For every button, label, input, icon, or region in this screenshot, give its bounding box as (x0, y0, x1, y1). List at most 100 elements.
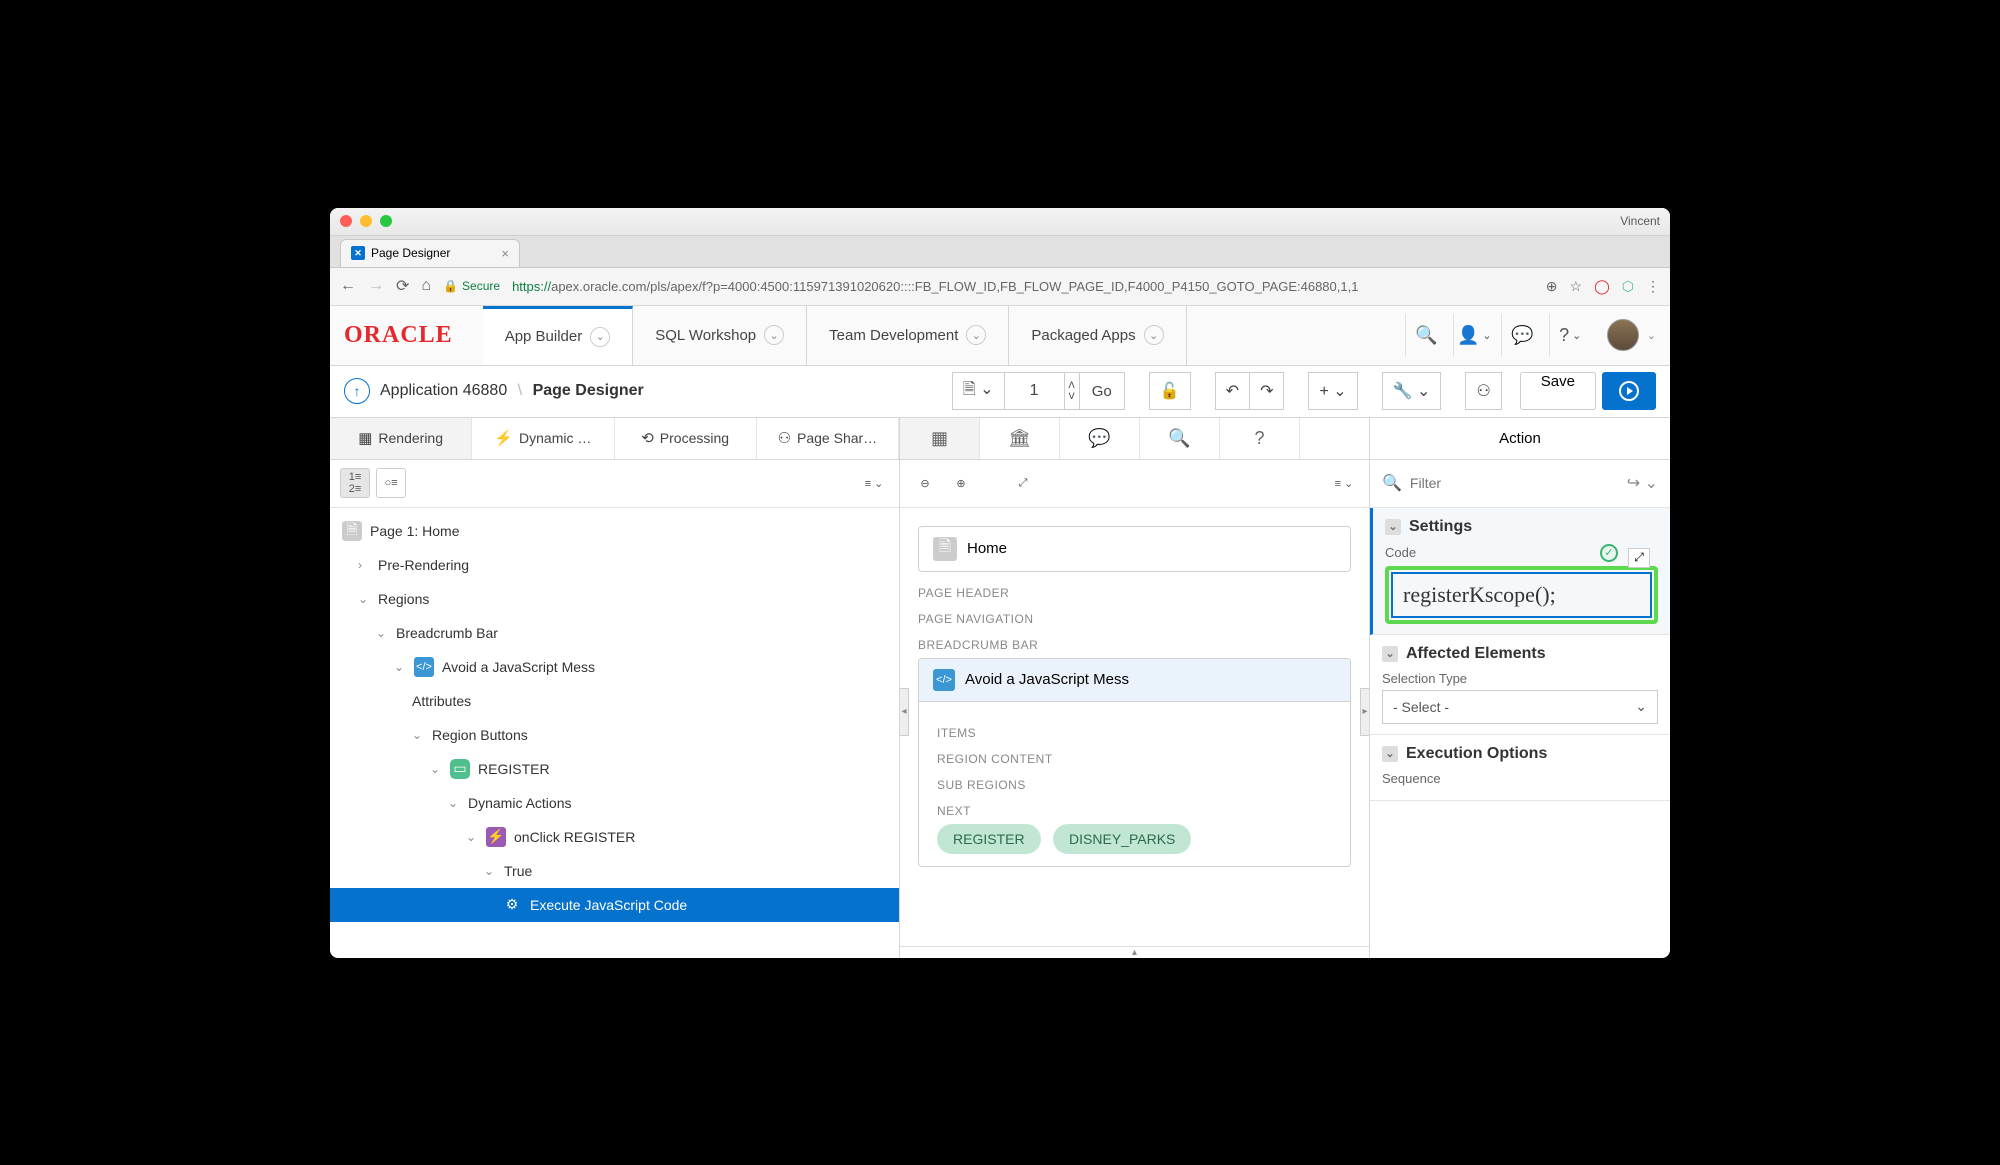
admin-icon[interactable]: 👤 (1453, 314, 1495, 356)
page-icon: 🗎 (342, 521, 362, 541)
breadcrumb-current: Page Designer (533, 382, 644, 399)
zoom-out-icon[interactable]: ⊖ (910, 468, 940, 498)
bottom-splitter-handle[interactable]: ▴ (900, 946, 1369, 958)
messages-icon[interactable]: 💬 (1060, 418, 1140, 459)
help-icon[interactable]: ? (1549, 314, 1591, 356)
button-pill-disney-parks[interactable]: DISNEY_PARKS (1053, 824, 1191, 854)
section-settings: Settings (1409, 518, 1472, 536)
layout-menu-button[interactable]: ≡ ⌄ (1329, 468, 1359, 498)
region-title: Avoid a JavaScript Mess (965, 671, 1129, 688)
redo-icon[interactable]: ↷ (1250, 372, 1284, 410)
chevron-down-icon[interactable]: ⌄ (1144, 325, 1164, 345)
star-icon[interactable]: ☆ (1570, 278, 1583, 295)
button-pill-register[interactable]: REGISTER (937, 824, 1041, 854)
tree-node-breadcrumb-bar[interactable]: ⌄Breadcrumb Bar (330, 616, 899, 650)
nav-app-builder[interactable]: App Builder⌄ (483, 306, 634, 365)
feedback-icon[interactable]: 💬 (1501, 314, 1543, 356)
tree-node-true[interactable]: ⌄True (330, 854, 899, 888)
shared-components-icon[interactable]: ⚇ (1465, 372, 1501, 410)
tree-node-regions[interactable]: ⌄Regions (330, 582, 899, 616)
left-splitter-handle[interactable]: ◂ (900, 688, 909, 736)
code-input[interactable]: registerKscope(); (1391, 572, 1652, 618)
right-splitter-handle[interactable]: ▸ (1360, 688, 1370, 736)
tab-processing[interactable]: ⟲Processing (615, 418, 757, 459)
layout-view-icon[interactable]: ▦ (900, 418, 980, 459)
shield-icon[interactable]: ⬡ (1622, 278, 1634, 295)
page-number-input[interactable]: 1 (1005, 372, 1065, 410)
tree-node-dynamic-actions[interactable]: ⌄Dynamic Actions (330, 786, 899, 820)
component-view-icon[interactable]: 🏛 (980, 418, 1060, 459)
search-icon[interactable]: 🔍 (1405, 314, 1447, 356)
utilities-menu-button[interactable]: 🔧 ⌄ (1382, 372, 1442, 410)
undo-icon[interactable]: ↶ (1215, 372, 1250, 410)
breadcrumb-app[interactable]: Application 46880 (380, 382, 507, 399)
chevron-down-icon[interactable]: ⌄ (590, 327, 610, 347)
center-panel: ◂ ▸ ▦ 🏛 💬 🔍 ? ⊖ ⊕ ⤢ ≡ ⌄ 🗎 Home (900, 418, 1370, 958)
lock-icon: 🔒 (443, 279, 458, 293)
tab-shared[interactable]: ⚇Page Shar… (757, 418, 899, 459)
tree-node-avoid-js-mess[interactable]: ⌄</>Avoid a JavaScript Mess (330, 650, 899, 684)
selection-type-select[interactable]: - Select - ⌄ (1382, 690, 1658, 724)
create-menu-button[interactable]: + ⌄ (1308, 372, 1357, 410)
extension-icon[interactable]: ◯ (1594, 278, 1610, 295)
close-window-icon[interactable] (340, 215, 352, 227)
tree-node-execute-js[interactable]: ⚙Execute JavaScript Code (330, 888, 899, 922)
browser-tab[interactable]: ✕ Page Designer × (340, 239, 520, 267)
code-region-icon: </> (933, 669, 955, 691)
tree-node-page[interactable]: 🗎Page 1: Home (330, 514, 899, 548)
home-icon[interactable]: ⌂ (421, 277, 431, 295)
nav-team-development[interactable]: Team Development⌄ (807, 306, 1009, 365)
tab-rendering[interactable]: ▦Rendering (330, 418, 472, 459)
close-tab-icon[interactable]: × (501, 246, 509, 261)
chevron-down-icon: ⌄ (1635, 698, 1647, 715)
page-selector-button[interactable]: 🗎 ⌄ (952, 372, 1005, 410)
view-mode-1[interactable]: 1≡2≡ (340, 468, 370, 498)
back-icon[interactable]: ← (340, 277, 356, 295)
chevron-down-icon[interactable]: ⌄ (764, 325, 784, 345)
go-button[interactable]: Go (1080, 372, 1125, 410)
filter-menu-icon[interactable]: ↪ ⌄ (1627, 473, 1658, 493)
collapse-icon[interactable]: ⌄ (1382, 646, 1398, 662)
menu-icon[interactable]: ⋮ (1646, 278, 1660, 295)
up-level-icon[interactable]: ↑ (344, 378, 370, 404)
browser-profile-name[interactable]: Vincent (1620, 214, 1660, 228)
maximize-window-icon[interactable] (380, 215, 392, 227)
oracle-logo[interactable]: ORACLE (344, 322, 453, 349)
processing-icon: ⟲ (641, 429, 654, 447)
tree-node-pre-rendering[interactable]: ›Pre-Rendering (330, 548, 899, 582)
page-stepper[interactable]: ᐱᐯ (1065, 372, 1080, 410)
zoom-indicator-icon[interactable]: ⊕ (1546, 278, 1558, 295)
search-icon[interactable]: 🔍 (1140, 418, 1220, 459)
tab-action[interactable]: Action (1370, 418, 1670, 460)
save-button[interactable]: Save (1520, 372, 1596, 410)
run-page-button[interactable] (1602, 372, 1656, 410)
tree-node-onclick-register[interactable]: ⌄⚡onClick REGISTER (330, 820, 899, 854)
chevron-down-icon[interactable]: ⌄ (966, 325, 986, 345)
secure-indicator[interactable]: 🔒 Secure (443, 279, 500, 293)
tree-node-register-button[interactable]: ⌄▭REGISTER (330, 752, 899, 786)
view-mode-2[interactable]: ○≡ (376, 468, 406, 498)
zoom-in-icon[interactable]: ⊕ (946, 468, 976, 498)
filter-input[interactable] (1410, 475, 1619, 491)
collapse-icon[interactable]: ⌄ (1385, 519, 1401, 535)
help-icon[interactable]: ? (1220, 418, 1300, 459)
collapse-icon[interactable]: ⌄ (1382, 746, 1398, 762)
tree-node-region-buttons[interactable]: ⌄Region Buttons (330, 718, 899, 752)
region-card[interactable]: </> Avoid a JavaScript Mess ITEMS REGION… (918, 658, 1351, 867)
url-field[interactable]: https://apex.oracle.com/pls/apex/f?p=400… (512, 279, 1534, 294)
tab-dynamic-actions[interactable]: ⚡Dynamic … (472, 418, 614, 459)
tree-menu-button[interactable]: ≡ ⌄ (859, 468, 889, 498)
expand-editor-icon[interactable]: ⤢ (1628, 548, 1650, 568)
browser-address-bar: ← → ⟳ ⌂ 🔒 Secure https://apex.oracle.com… (330, 268, 1670, 306)
lock-icon[interactable]: 🔓 (1149, 372, 1191, 410)
expand-icon[interactable]: ⤢ (1008, 468, 1038, 498)
chevron-down-icon: ⌄ (466, 830, 478, 844)
page-card[interactable]: 🗎 Home (918, 526, 1351, 572)
minimize-window-icon[interactable] (360, 215, 372, 227)
avatar[interactable] (1607, 319, 1639, 351)
tree-node-attributes[interactable]: Attributes (330, 684, 899, 718)
nav-sql-workshop[interactable]: SQL Workshop⌄ (633, 306, 807, 365)
nav-packaged-apps[interactable]: Packaged Apps⌄ (1009, 306, 1186, 365)
reload-icon[interactable]: ⟳ (396, 276, 409, 296)
chevron-down-icon[interactable]: ⌄ (1647, 329, 1656, 342)
